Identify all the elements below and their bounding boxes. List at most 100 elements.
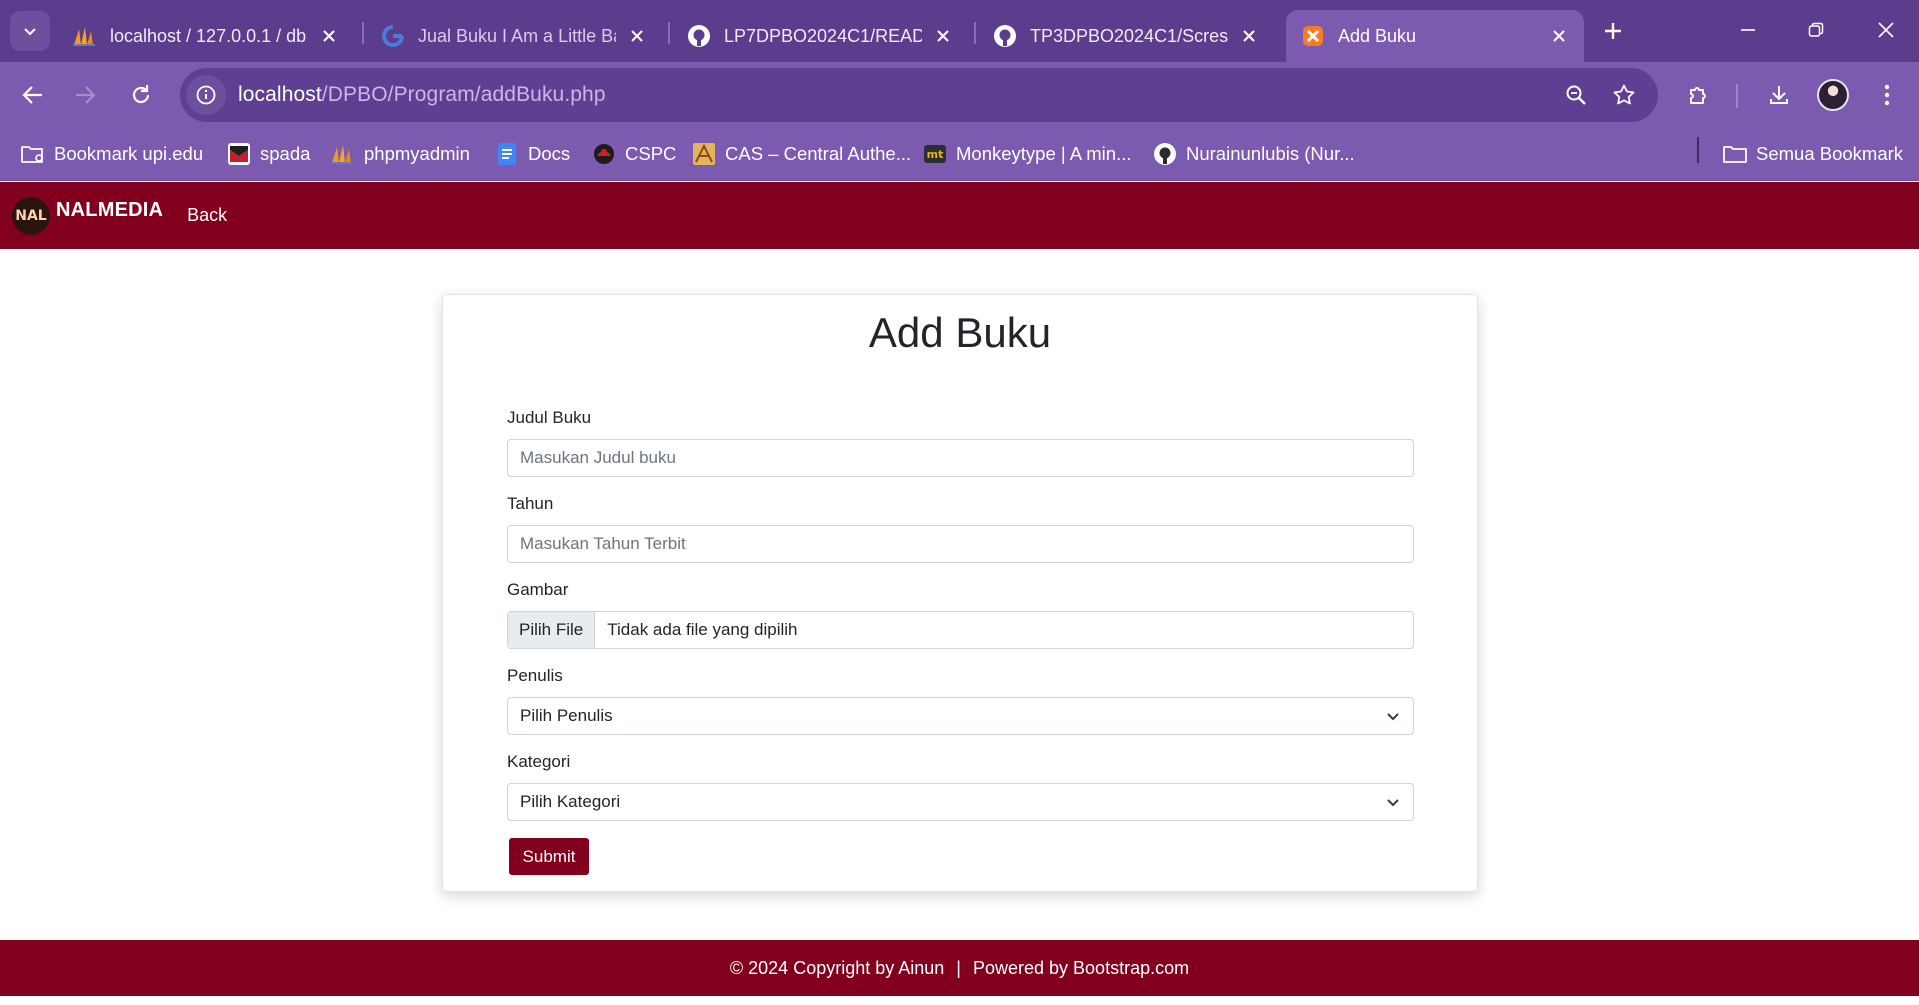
bookmark-cas[interactable]: CAS – Central Authe...: [691, 138, 911, 170]
gambar-label: Gambar: [507, 580, 569, 599]
star-icon: [1613, 84, 1635, 105]
bookmark-phpmyadmin[interactable]: phpmyadmin: [330, 138, 470, 170]
browser-tab-lp7[interactable]: LP7DPBO2024C1/READM: [672, 10, 968, 62]
reload-icon: [132, 85, 150, 104]
toolbar-divider: [1736, 84, 1738, 108]
judul-label: Judul Buku: [507, 408, 592, 427]
more-vertical-icon: [1884, 84, 1890, 106]
xampp-icon: [1300, 23, 1326, 49]
bookmark-spada[interactable]: spada: [226, 138, 310, 170]
back-button[interactable]: [10, 72, 56, 118]
new-tab-button[interactable]: [1594, 12, 1632, 50]
penulis-select[interactable]: Pilih Penulis: [507, 697, 1414, 735]
minimize-icon: [1741, 29, 1755, 31]
bookmark-label: phpmyadmin: [364, 143, 470, 164]
browser-tab-tp3[interactable]: TP3DPBO2024C1/Scresh: [978, 10, 1274, 62]
choose-file-button[interactable]: Pilih File: [508, 612, 596, 648]
bookmark-cspc[interactable]: CSPC: [591, 138, 676, 170]
kategori-select[interactable]: Pilih Kategori: [507, 783, 1414, 821]
brand-link[interactable]: NAL NALMEDIA: [12, 196, 164, 235]
folder-icon: [1722, 141, 1748, 167]
bookmark-github[interactable]: Nurainunlubis (Nur...: [1152, 138, 1355, 170]
phpmyadmin-icon: [72, 23, 98, 49]
puzzle-icon: [1690, 87, 1706, 104]
gambar-file-input[interactable]: Pilih File Tidak ada file yang dipilih: [507, 611, 1414, 649]
monkeytype-icon: mt: [922, 141, 948, 167]
cspc-icon: [591, 141, 617, 167]
kategori-label: Kategori: [507, 752, 571, 771]
downloads-button[interactable]: [1756, 72, 1802, 118]
bookmarks-bar: Bookmark upi.edu spada phpmyadmin Docs C…: [0, 128, 1919, 181]
close-icon[interactable]: [316, 23, 342, 49]
copyright-text: © 2024 Copyright by Ainun: [729, 957, 945, 978]
tab-separator: [974, 22, 976, 44]
tab-search-button[interactable]: [10, 11, 50, 51]
page-title: Add Buku: [868, 309, 1052, 356]
bookmarks-separator: [1697, 137, 1699, 163]
tab-title: Add Buku: [1338, 25, 1417, 46]
bookmark-label: Docs: [528, 143, 571, 164]
close-icon: [1878, 22, 1894, 38]
restore-button[interactable]: [1788, 8, 1844, 52]
bookmark-label: CSPC: [625, 143, 677, 164]
close-icon[interactable]: [1546, 23, 1572, 49]
bookmark-monkeytype[interactable]: mt Monkeytype | A min...: [922, 138, 1132, 170]
github-icon: [992, 23, 1018, 49]
browser-tab-phpmyadmin[interactable]: localhost / 127.0.0.1 / db: [58, 10, 354, 62]
profile-button[interactable]: [1810, 72, 1856, 118]
url-text[interactable]: localhost/DPBO/Program/addBuku.php: [238, 83, 606, 107]
bookmark-docs[interactable]: Docs: [494, 138, 570, 170]
bookmark-star-button[interactable]: [1604, 75, 1644, 115]
site-navbar: NAL NALMEDIA Back: [0, 182, 1919, 249]
judul-input[interactable]: [507, 439, 1414, 477]
tab-title: Jual Buku I Am a Little Ba: [418, 25, 616, 46]
browser-toolbar: localhost/DPBO/Program/addBuku.php: [0, 62, 1919, 128]
url-host: localhost: [238, 83, 322, 106]
github-icon: [1152, 141, 1178, 167]
penulis-label: Penulis: [507, 666, 563, 685]
reload-button[interactable]: [118, 72, 164, 118]
address-bar[interactable]: localhost/DPBO/Program/addBuku.php: [180, 68, 1658, 122]
info-icon: [196, 85, 216, 105]
extensions-button[interactable]: [1676, 72, 1722, 118]
close-icon[interactable]: [1236, 23, 1262, 49]
menu-button[interactable]: [1864, 72, 1910, 118]
minimize-button[interactable]: [1720, 8, 1776, 52]
tab-separator: [362, 22, 364, 44]
submit-button[interactable]: Submit: [509, 838, 589, 875]
powered-by-text: Powered by Bootstrap.com: [972, 957, 1190, 978]
close-icon[interactable]: [624, 23, 650, 49]
site-footer: © 2024 Copyright by Ainun | Powered by B…: [0, 940, 1919, 996]
spada-icon: [226, 141, 252, 167]
bookmark-label: Bookmark upi.edu: [54, 143, 204, 164]
penulis-selected-value: Pilih Penulis: [520, 706, 613, 725]
browser-tab-jual-buku[interactable]: Jual Buku I Am a Little Ba: [366, 10, 662, 62]
zoom-button[interactable]: [1556, 75, 1596, 115]
github-icon: [686, 23, 712, 49]
close-window-button[interactable]: [1858, 8, 1914, 52]
forward-button[interactable]: [62, 72, 108, 118]
tahun-input[interactable]: [507, 525, 1414, 563]
site-info-button[interactable]: [186, 75, 226, 115]
logo-text: NAL: [15, 207, 47, 224]
tahun-label: Tahun: [507, 494, 554, 513]
file-status-text: Tidak ada file yang dipilih: [607, 620, 798, 639]
browser-tab-add-buku[interactable]: Add Buku: [1286, 10, 1584, 62]
bookmark-upi[interactable]: Bookmark upi.edu: [20, 138, 203, 170]
phpmyadmin-icon: [330, 141, 356, 167]
bookmark-label: Nurainunlubis (Nur...: [1186, 143, 1355, 164]
tab-title: TP3DPBO2024C1/Scresh: [1030, 25, 1228, 46]
bookmark-label: Monkeytype | A min...: [956, 143, 1132, 164]
chevron-down-icon: [1385, 708, 1401, 724]
bookmark-label: spada: [260, 143, 311, 164]
google-icon: [380, 23, 406, 49]
download-icon: [1770, 86, 1788, 104]
back-link[interactable]: Back: [187, 205, 227, 226]
all-bookmarks-folder[interactable]: Semua Bookmark: [1722, 138, 1903, 170]
restore-icon: [1808, 22, 1824, 37]
close-icon[interactable]: [930, 23, 956, 49]
chevron-down-icon: [1385, 794, 1401, 810]
folder-settings-icon: [20, 141, 46, 167]
tab-title: localhost / 127.0.0.1 / db: [110, 25, 307, 46]
brand-name: NALMEDIA: [56, 199, 164, 221]
